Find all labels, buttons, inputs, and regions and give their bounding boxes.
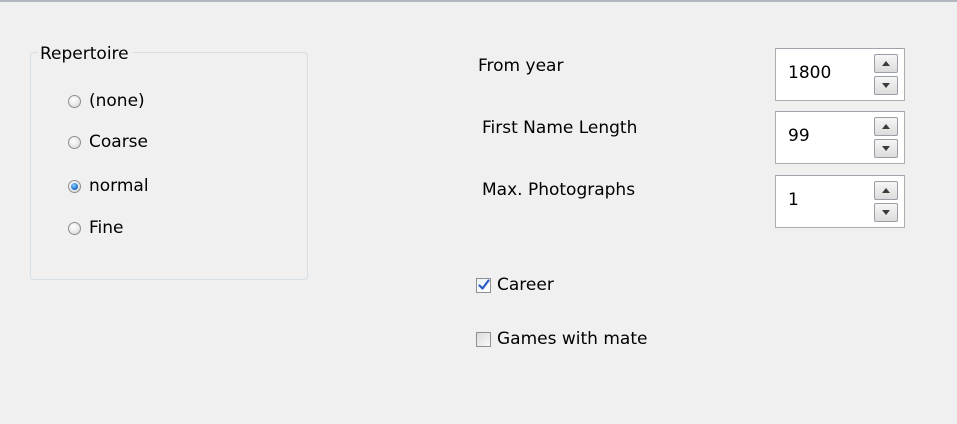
games-with-mate-checkbox-row[interactable]: Games with mate [476, 327, 647, 351]
radio-button[interactable] [68, 94, 81, 108]
max-photographs-label: Max. Photographs [482, 180, 636, 200]
radio-option-fine[interactable]: Fine [68, 217, 124, 239]
first-name-length-spinner[interactable]: 99 [775, 111, 905, 164]
radio-label: (none) [89, 91, 145, 111]
radio-button-selected[interactable] [68, 179, 81, 193]
career-checkbox-row[interactable]: Career [476, 273, 554, 297]
from-year-value[interactable]: 1800 [788, 62, 831, 84]
chevron-up-icon[interactable] [874, 117, 898, 136]
radio-option-coarse[interactable]: Coarse [68, 131, 148, 153]
radio-label: normal [89, 176, 149, 196]
career-checkbox[interactable] [476, 277, 491, 293]
first-name-length-label: First Name Length [482, 118, 638, 138]
radio-button[interactable] [68, 221, 81, 235]
chevron-down-icon[interactable] [874, 203, 898, 222]
repertoire-groupbox [30, 52, 308, 280]
checkmark-icon [478, 278, 490, 290]
radio-label: Coarse [89, 132, 148, 152]
radio-option-none[interactable]: (none) [68, 90, 145, 112]
chevron-down-icon[interactable] [874, 139, 898, 158]
chevron-up-icon[interactable] [874, 54, 898, 73]
radio-label: Fine [89, 218, 124, 238]
from-year-spinner[interactable]: 1800 [775, 48, 905, 101]
radio-button[interactable] [68, 135, 81, 149]
first-name-length-value[interactable]: 99 [788, 125, 810, 147]
games-with-mate-label: Games with mate [497, 329, 648, 349]
chevron-up-icon[interactable] [874, 181, 898, 200]
max-photographs-value[interactable]: 1 [788, 189, 799, 211]
max-photographs-spinner[interactable]: 1 [775, 175, 905, 228]
from-year-label: From year [478, 56, 564, 76]
career-label: Career [497, 275, 554, 295]
top-divider [0, 0, 957, 2]
games-with-mate-checkbox[interactable] [476, 331, 491, 347]
chevron-down-icon[interactable] [874, 76, 898, 95]
radio-option-normal[interactable]: normal [68, 175, 149, 197]
repertoire-group-title: Repertoire [38, 44, 133, 64]
